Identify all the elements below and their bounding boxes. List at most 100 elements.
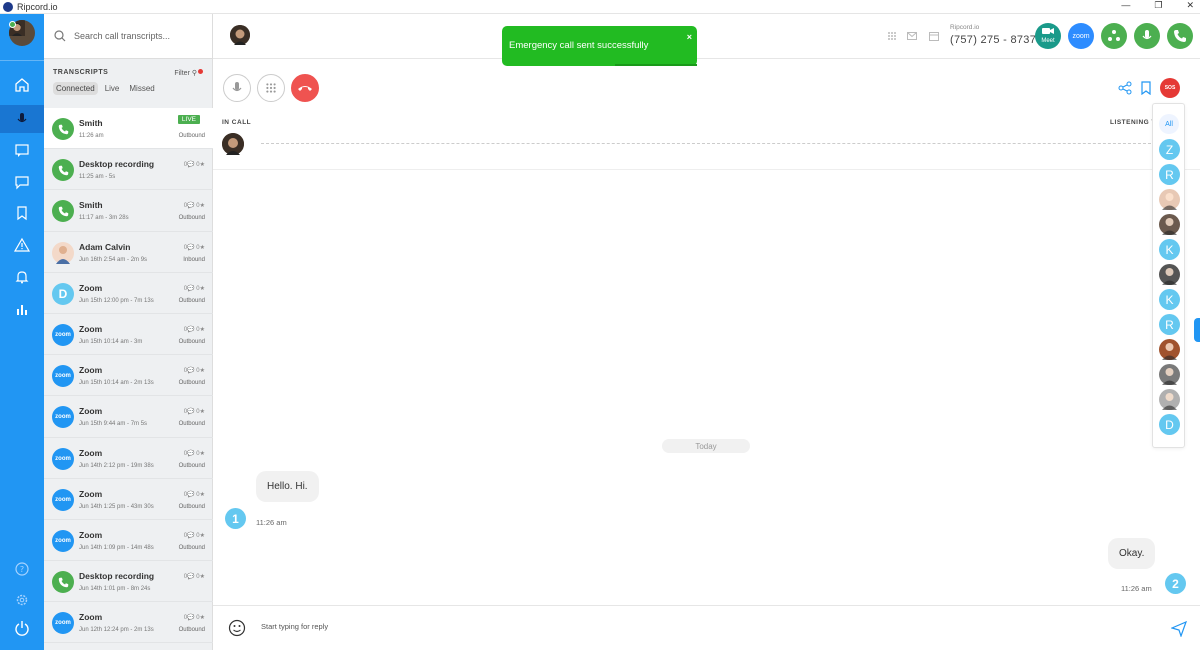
transcript-item[interactable]: Smith 11:26 am Outbound LIVE [44,108,213,150]
participant-letter-avatar[interactable]: Z [1159,139,1180,160]
transcript-time: 11:17 am - 3m 28s [79,215,129,222]
transcript-item[interactable]: Adam Calvin Jun 16th 2:54 am - 2m 9s Inbou… [44,232,213,273]
transcript-item[interactable]: Smith 11:17 am - 3m 28s Outbound 0💬 0★ [44,190,213,232]
nav-notifications[interactable] [0,263,44,291]
calendar-icon[interactable] [929,31,939,41]
participant-photo-icon [222,133,244,155]
nav-rail: ? [0,14,44,650]
transcript-item[interactable]: zoom Zoom Jun 15th 9:44 am - 7m 5s Outbound… [44,396,213,438]
tab-missed[interactable]: Missed [126,82,157,95]
participant-photo-avatar[interactable] [1159,189,1180,210]
transcript-item[interactable]: zoom Zoom Jun 12th 12:24 pm - 2m 13s Outbou… [44,602,213,644]
side-panel-toggle[interactable] [1194,318,1200,342]
nav-help[interactable]: ? [0,555,44,583]
share-icon[interactable] [1118,81,1132,95]
home-icon [15,78,29,92]
transcript-item[interactable]: zoom Zoom Jun 14th 1:09 pm - 14m 48s Outbou… [44,520,213,562]
tab-connected[interactable]: Connected [53,82,98,95]
call-button[interactable] [1167,23,1193,49]
warning-icon [14,237,30,252]
participant-photo-avatar[interactable] [1159,264,1180,285]
transcript-name: Smith [79,118,103,128]
transcript-time: Jun 15th 9:44 am - 7m 5s [79,421,148,428]
emoji-icon[interactable] [228,619,246,637]
in-call-avatar[interactable] [222,133,244,155]
zoom-icon: zoom [52,323,74,346]
minimize-button[interactable]: — [1121,0,1130,11]
meet-button[interactable]: Meet [1035,23,1061,49]
microphone-icon [232,82,242,92]
nav-logout[interactable] [0,614,44,642]
phone-number: (757) 275 - 8737 [950,34,1037,46]
participant-letter-avatar[interactable]: D [1159,414,1180,435]
transcript-name: Zoom [79,488,103,499]
nav-chat[interactable] [0,168,44,196]
phone-icon [52,200,74,223]
letter-avatar: D [52,282,74,305]
transcript-time: Jun 15th 12:00 pm - 7m 13s [79,297,154,304]
nav-analytics[interactable] [0,295,44,323]
zoom-button[interactable]: zoom [1068,23,1094,49]
keypad-button[interactable] [257,74,285,102]
hang-up-button[interactable] [291,74,319,102]
sos-button[interactable]: SOS [1160,78,1180,98]
close-window-button[interactable]: ✕ [1186,0,1194,11]
participant-letter-avatar[interactable]: R [1159,314,1180,335]
speaker-badge: 1 [225,508,246,529]
transcript-counts: 0💬 0★ [183,615,205,622]
nav-settings[interactable] [0,586,44,614]
bar-chart-icon [17,305,27,315]
transcript-name: Zoom [79,447,103,458]
reply-input[interactable] [261,622,961,631]
transcript-item[interactable]: zoom Zoom Jun 14th 1:25 pm - 43m 30s Outbou… [44,479,213,520]
transcript-item[interactable]: zoom Zoom Jun 15th 10:14 am - 2m 13s Outbou… [44,355,213,397]
transcript-item[interactable]: zoom Zoom Jun 14th 2:12 pm - 19m 38s Outbou… [44,438,213,479]
transcript-item[interactable]: D Zoom Jun 15th 12:00 pm - 7m 13s Outbound 0… [44,273,213,314]
conference-button[interactable] [1101,23,1127,49]
participant-letter-avatar[interactable]: R [1159,164,1180,185]
mail-icon[interactable] [907,31,917,41]
search-input[interactable] [74,31,194,41]
transcript-counts: 0💬 0★ [183,244,205,251]
transcript-item[interactable]: zoom Zoom Jun 15th 10:14 am - 3m Outbound 0💬… [44,314,213,356]
nav-sms[interactable] [0,136,44,164]
power-icon [15,621,29,636]
participant-photo-avatar[interactable] [1159,339,1180,360]
dialpad-icon[interactable] [887,31,897,41]
chat-message: Okay. [1108,538,1156,569]
transcript-time: Jun 14th 1:09 pm - 14m 48s [79,544,154,551]
transcript-item[interactable]: Desktop recording Jun 14th 1:01 pm - 8m 2… [44,561,213,603]
bookmark-icon[interactable] [1140,81,1152,95]
toast-close-button[interactable]: × [687,32,692,42]
maximize-button[interactable]: ❐ [1154,0,1162,11]
mute-button[interactable] [223,74,251,102]
nav-home[interactable] [0,71,44,99]
transcript-name: Smith [79,200,103,211]
nav-bookmarks[interactable] [0,199,44,227]
nav-calls[interactable] [0,105,44,133]
participant-photo-avatar[interactable] [1159,389,1180,410]
zoom-logo-label: zoom [1072,32,1090,40]
transcript-time: Jun 14th 1:25 pm - 43m 30s [79,503,154,510]
message-time: 11:26 am [1121,584,1152,593]
mic-button[interactable] [1134,23,1160,49]
send-icon[interactable] [1171,621,1187,637]
tab-live[interactable]: Live [102,82,123,95]
participants-all-button[interactable]: All [1159,114,1179,134]
nav-alerts[interactable] [0,231,44,259]
participant-photo-avatar[interactable] [1159,364,1180,385]
transcript-name: Adam Calvin [79,241,131,252]
transcript-item[interactable]: Desktop recording 11:25 am - 5s 0💬 0★ [44,149,213,191]
participant-photo-avatar[interactable] [1159,214,1180,235]
filter-button[interactable]: Filter ⚲ [174,69,203,77]
caller-avatar[interactable] [230,25,250,45]
window-titlebar: Ripcord.io — ❐ ✕ [0,0,1200,14]
online-status-dot [9,21,16,28]
bookmark-icon [17,206,27,221]
participant-letter-avatar[interactable]: K [1159,289,1180,310]
transcripts-header: TRANSCRIPTS Filter ⚲ Connected Live Miss… [44,59,212,95]
participant-letter-avatar[interactable]: K [1159,239,1180,260]
transcripts-panel: TRANSCRIPTS Filter ⚲ Connected Live Miss… [44,14,213,650]
message-time: 11:26 am [256,518,287,527]
toast-message: Emergency call sent successfully [509,40,649,51]
